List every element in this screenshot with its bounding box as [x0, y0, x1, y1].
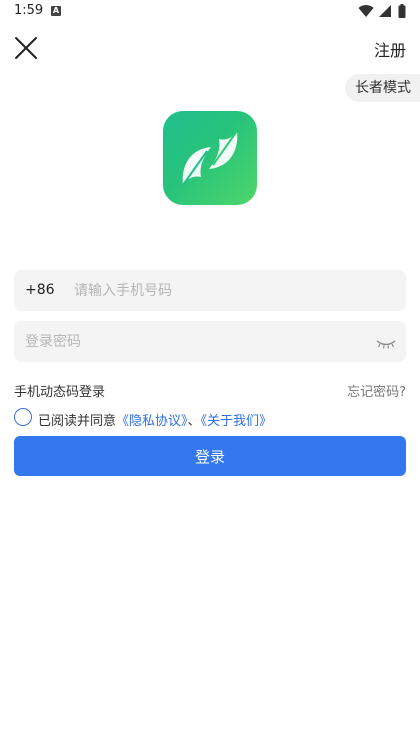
notification-icon: A	[51, 6, 61, 16]
agreement-checkbox[interactable]	[14, 408, 32, 426]
battery-icon	[398, 4, 406, 18]
agreement-separator: 、	[187, 414, 201, 429]
close-icon	[15, 37, 37, 59]
sms-login-link[interactable]: 手机动态码登录	[14, 381, 105, 400]
close-button[interactable]	[12, 34, 40, 62]
status-time: 1:59	[14, 3, 44, 18]
leaf-logo-icon	[182, 130, 238, 186]
status-bar: 1:59 A	[0, 0, 420, 24]
elder-mode-button[interactable]: 长者模式	[345, 74, 420, 102]
agreement-text: 已阅读并同意《隐私协议》、《关于我们》	[38, 410, 272, 429]
signal-icon	[379, 5, 391, 17]
login-button[interactable]: 登录	[14, 436, 406, 476]
register-link[interactable]: 注册	[374, 37, 406, 61]
password-field	[14, 321, 406, 362]
privacy-policy-link[interactable]: 《隐私协议》	[116, 414, 188, 429]
phone-field: +86	[14, 270, 406, 311]
app-logo	[163, 111, 257, 205]
phone-input[interactable]	[74, 270, 384, 311]
wifi-icon	[358, 5, 374, 18]
eye-closed-icon[interactable]	[375, 335, 397, 349]
about-us-link[interactable]: 《关于我们》	[201, 414, 273, 429]
password-input[interactable]	[25, 321, 365, 362]
country-code-selector[interactable]: +86	[25, 282, 55, 298]
forgot-password-link[interactable]: 忘记密码?	[347, 381, 406, 400]
agreement-prefix: 已阅读并同意	[38, 414, 117, 429]
